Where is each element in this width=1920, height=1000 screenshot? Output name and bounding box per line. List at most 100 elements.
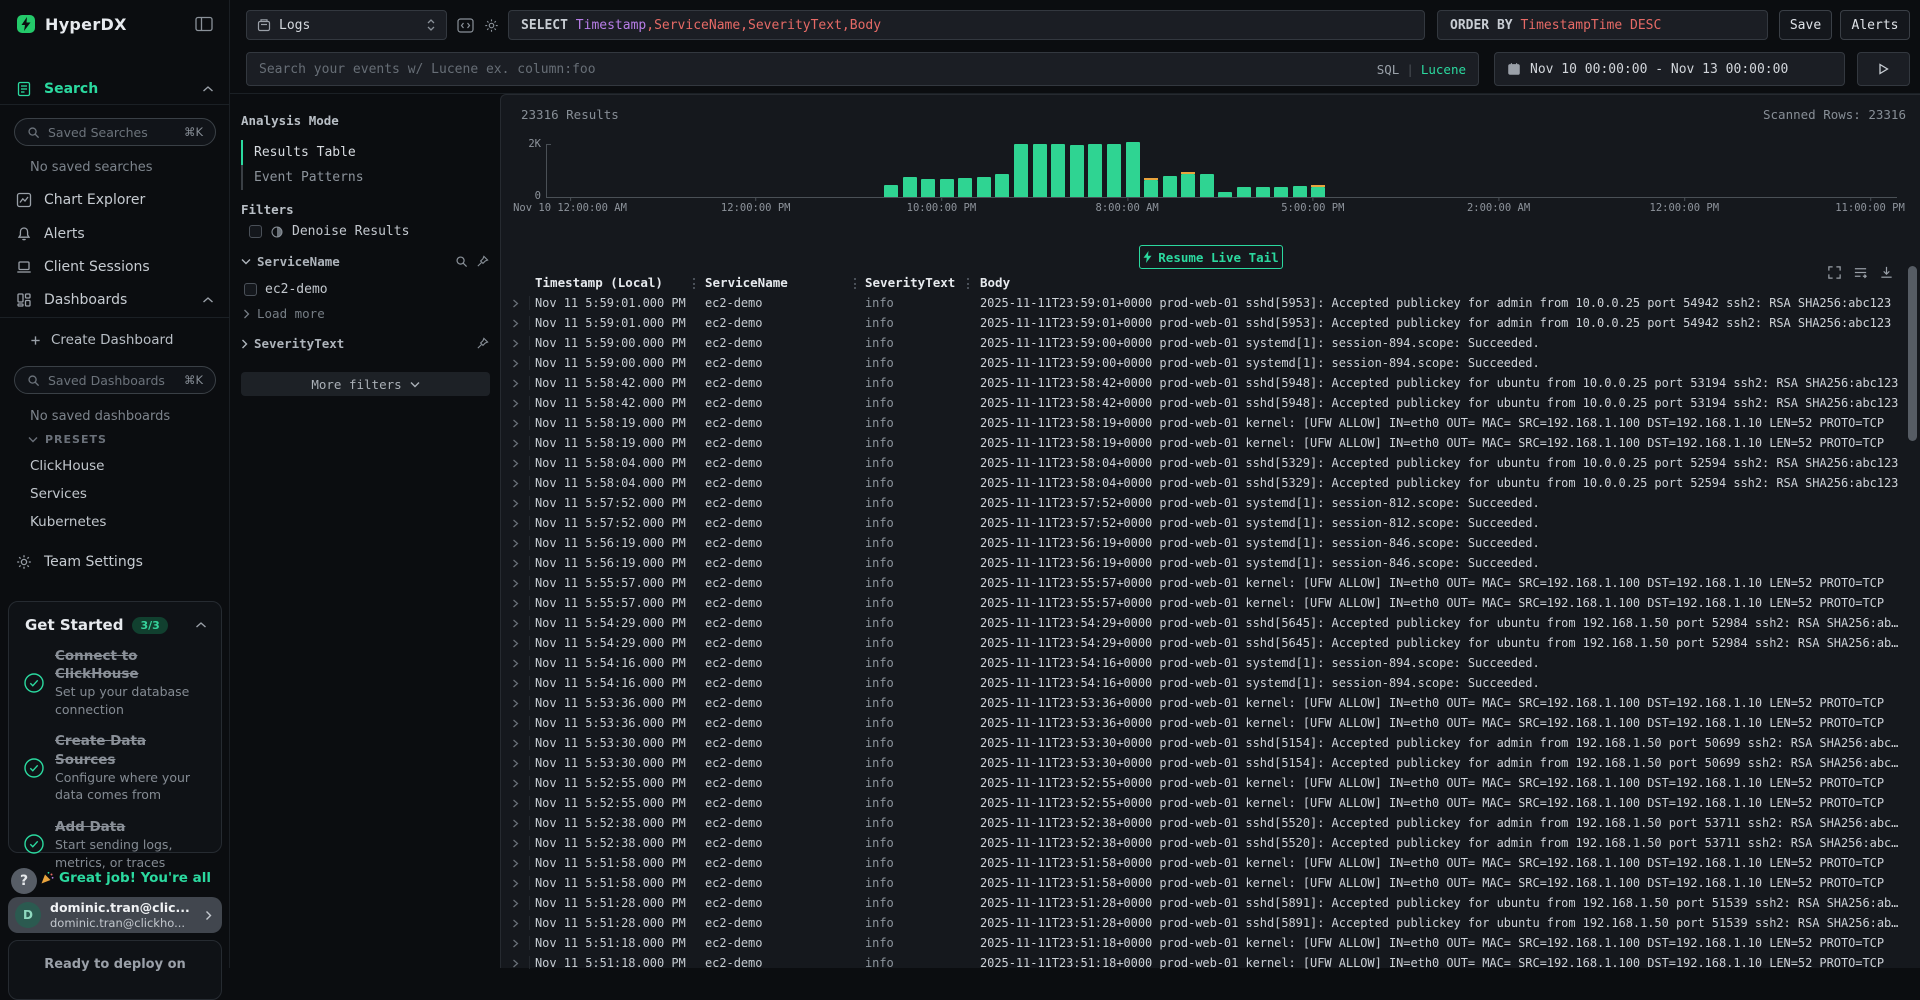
time-range-picker[interactable]: Nov 10 00:00:00 - Nov 13 00:00:00 [1494,52,1845,86]
analysis-mode-option[interactable]: Event Patterns [241,165,364,190]
table-row[interactable]: Nov 11 5:52:55.000 PM ec2-demo info 2025… [501,773,1920,793]
histogram-bar[interactable] [1014,144,1028,197]
create-dashboard-button[interactable]: Create Dashboard [30,332,173,348]
histogram-bar[interactable] [958,178,972,197]
table-row[interactable]: Nov 11 5:54:29.000 PM ec2-demo info 2025… [501,613,1920,633]
row-expand-chevron[interactable] [501,299,529,308]
column-header-body[interactable]: Body [980,275,1010,290]
checkbox[interactable] [244,283,257,296]
histogram-bar[interactable] [1200,174,1214,197]
table-row[interactable]: Nov 11 5:59:00.000 PM ec2-demo info 2025… [501,353,1920,373]
histogram-bar[interactable] [1218,192,1232,197]
row-expand-chevron[interactable] [501,679,529,688]
sidebar-item-client-sessions[interactable]: Client Sessions [16,259,214,275]
row-expand-chevron[interactable] [501,539,529,548]
row-expand-chevron[interactable] [501,739,529,748]
table-row[interactable]: Nov 11 5:53:30.000 PM ec2-demo info 2025… [501,753,1920,773]
table-row[interactable]: Nov 11 5:55:57.000 PM ec2-demo info 2025… [501,573,1920,593]
denoise-checkbox-row[interactable]: Denoise Results [249,224,409,239]
preset-dashboard-item[interactable]: Kubernetes [30,509,106,537]
table-row[interactable]: Nov 11 5:53:36.000 PM ec2-demo info 2025… [501,693,1920,713]
preset-dashboard-item[interactable]: ClickHouse [30,453,106,481]
table-row[interactable]: Nov 11 5:51:58.000 PM ec2-demo info 2025… [501,853,1920,873]
resume-live-tail-button[interactable]: Resume Live Tail [1139,245,1283,269]
table-row[interactable]: Nov 11 5:55:57.000 PM ec2-demo info 2025… [501,593,1920,613]
row-expand-chevron[interactable] [501,839,529,848]
gear-icon[interactable] [480,14,502,36]
sidebar-item-team-settings[interactable]: Team Settings [16,554,214,570]
table-row[interactable]: Nov 11 5:59:01.000 PM ec2-demo info 2025… [501,313,1920,333]
row-expand-chevron[interactable] [501,399,529,408]
histogram-bar[interactable] [1163,176,1177,197]
histogram-bar[interactable] [1070,145,1084,197]
table-row[interactable]: Nov 11 5:51:18.000 PM ec2-demo info 2025… [501,953,1920,969]
table-row[interactable]: Nov 11 5:51:18.000 PM ec2-demo info 2025… [501,933,1920,953]
row-expand-chevron[interactable] [501,879,529,888]
chevron-up-icon[interactable] [202,85,214,93]
histogram-bar[interactable] [1181,172,1195,197]
pin-icon[interactable] [476,337,489,350]
column-resizer[interactable] [693,278,695,289]
row-expand-chevron[interactable] [501,659,529,668]
user-menu[interactable]: D dominic.tran@clic... dominic.tran@clic… [8,897,222,933]
row-expand-chevron[interactable] [501,599,529,608]
row-expand-chevron[interactable] [501,939,529,948]
search-icon[interactable] [455,255,468,268]
preset-dashboard-item[interactable]: Services [30,481,106,509]
histogram-bar[interactable] [921,179,935,197]
checkbox[interactable] [249,225,262,238]
table-row[interactable]: Nov 11 5:52:55.000 PM ec2-demo info 2025… [501,793,1920,813]
table-row[interactable]: Nov 11 5:58:19.000 PM ec2-demo info 2025… [501,413,1920,433]
histogram-bar[interactable] [940,179,954,197]
table-row[interactable]: Nov 11 5:51:58.000 PM ec2-demo info 2025… [501,873,1920,893]
histogram-bar[interactable] [1256,187,1270,197]
source-select[interactable]: Logs [246,10,447,40]
filter-group-severitytext[interactable]: SeverityText [241,336,489,351]
table-row[interactable]: Nov 11 5:51:28.000 PM ec2-demo info 2025… [501,913,1920,933]
pin-icon[interactable] [476,255,489,268]
sidebar-collapse-icon[interactable] [195,16,213,32]
service-filter-ec2-demo[interactable]: ec2-demo [244,282,328,297]
row-expand-chevron[interactable] [501,359,529,368]
table-row[interactable]: Nov 11 5:58:04.000 PM ec2-demo info 2025… [501,453,1920,473]
row-expand-chevron[interactable] [501,459,529,468]
chevron-up-icon[interactable] [195,621,207,629]
histogram-bar[interactable] [1051,144,1065,197]
table-row[interactable]: Nov 11 5:58:42.000 PM ec2-demo info 2025… [501,393,1920,413]
row-expand-chevron[interactable] [501,799,529,808]
table-row[interactable]: Nov 11 5:59:00.000 PM ec2-demo info 2025… [501,333,1920,353]
row-expand-chevron[interactable] [501,419,529,428]
help-button[interactable]: ? [11,868,37,894]
table-row[interactable]: Nov 11 5:54:16.000 PM ec2-demo info 2025… [501,653,1920,673]
table-row[interactable]: Nov 11 5:54:16.000 PM ec2-demo info 2025… [501,673,1920,693]
table-row[interactable]: Nov 11 5:58:04.000 PM ec2-demo info 2025… [501,473,1920,493]
lucene-toggle[interactable]: Lucene [1421,62,1466,77]
save-button[interactable]: Save [1779,10,1832,40]
row-expand-chevron[interactable] [501,779,529,788]
table-row[interactable]: Nov 11 5:53:36.000 PM ec2-demo info 2025… [501,713,1920,733]
row-expand-chevron[interactable] [501,759,529,768]
onboarding-task[interactable]: Create Data Sources Configure where your… [9,725,221,810]
alerts-button[interactable]: Alerts [1840,10,1910,40]
column-header-timestamp[interactable]: Timestamp (Local) [535,275,663,290]
histogram-bar[interactable] [1033,144,1047,197]
row-expand-chevron[interactable] [501,699,529,708]
table-row[interactable]: Nov 11 5:56:19.000 PM ec2-demo info 2025… [501,533,1920,553]
row-expand-chevron[interactable] [501,579,529,588]
column-resizer[interactable] [967,278,969,289]
row-expand-chevron[interactable] [501,379,529,388]
histogram-bar[interactable] [1144,178,1158,197]
histogram-bar[interactable] [1293,186,1307,197]
row-expand-chevron[interactable] [501,619,529,628]
chevron-up-icon[interactable] [202,296,214,304]
row-expand-chevron[interactable] [501,859,529,868]
presets-toggle[interactable]: PRESETS [28,433,107,446]
table-row[interactable]: Nov 11 5:58:19.000 PM ec2-demo info 2025… [501,433,1920,453]
row-expand-chevron[interactable] [501,339,529,348]
row-expand-chevron[interactable] [501,499,529,508]
run-query-button[interactable] [1857,52,1910,86]
histogram-bar[interactable] [903,177,917,197]
analysis-mode-option[interactable]: Results Table [241,140,364,165]
histogram-bar[interactable] [884,185,898,197]
table-row[interactable]: Nov 11 5:59:01.000 PM ec2-demo info 2025… [501,293,1920,313]
